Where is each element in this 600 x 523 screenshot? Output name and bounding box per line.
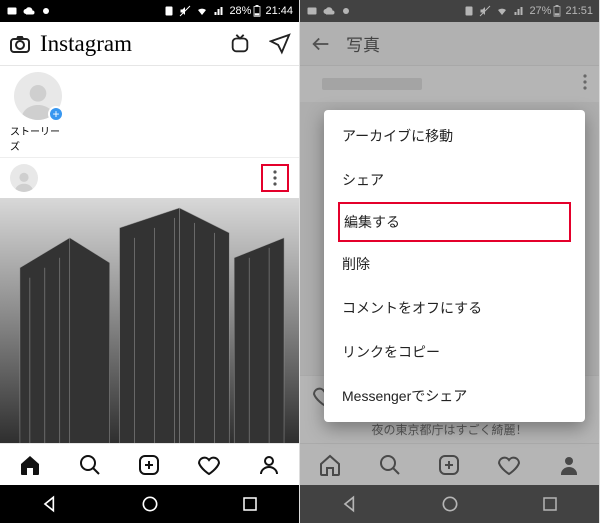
tab-home[interactable] (18, 453, 42, 477)
story-your-story[interactable]: + ストーリーズ (10, 72, 66, 153)
signal-icon (213, 5, 225, 17)
post-more-button[interactable] (261, 164, 289, 192)
nav-recent[interactable] (241, 495, 259, 513)
nav-back[interactable] (40, 494, 60, 514)
tab-profile[interactable] (257, 453, 281, 477)
story-label: ストーリーズ (10, 123, 66, 153)
sim-icon (163, 5, 175, 17)
add-story-badge: + (48, 106, 64, 122)
menu-delete[interactable]: 削除 (324, 242, 585, 286)
buildings-illustration (0, 198, 299, 443)
nav-home[interactable] (140, 494, 160, 514)
send-icon[interactable] (269, 33, 291, 55)
status-bar: 28% 21:44 (0, 0, 299, 22)
battery-text: 28% (229, 5, 251, 17)
tab-add[interactable] (137, 453, 161, 477)
tab-activity[interactable] (197, 453, 221, 477)
post-image[interactable] (0, 198, 299, 443)
post-header (0, 158, 299, 198)
kebab-icon (273, 170, 277, 186)
post-author-avatar[interactable] (10, 164, 38, 192)
post-options-sheet: アーカイブに移動 シェア 編集する 削除 コメントをオフにする リンクをコピー … (324, 110, 585, 422)
swirl-icon (40, 5, 52, 17)
screen-post-options: 27% 21:51 写真 夜の東京都庁はすごく綺麗！ (300, 0, 600, 523)
photo-icon (6, 5, 18, 17)
menu-archive[interactable]: アーカイブに移動 (324, 114, 585, 158)
clock-text: 21:44 (265, 5, 293, 17)
battery-icon (253, 5, 261, 17)
mute-icon (179, 5, 191, 17)
menu-share[interactable]: シェア (324, 158, 585, 202)
wifi-icon (195, 5, 209, 17)
stories-row: + ストーリーズ (0, 66, 299, 158)
menu-copy-link[interactable]: リンクをコピー (324, 330, 585, 374)
menu-comments-off[interactable]: コメントをオフにする (324, 286, 585, 330)
brand-logo: Instagram (40, 31, 132, 57)
menu-messenger-share[interactable]: Messengerでシェア (324, 374, 585, 418)
camera-icon[interactable] (8, 32, 32, 56)
tab-search[interactable] (78, 453, 102, 477)
menu-edit[interactable]: 編集する (338, 202, 571, 242)
tab-bar (0, 443, 299, 485)
igtv-icon[interactable] (229, 33, 251, 55)
android-navbar (0, 485, 299, 523)
cloud-icon (23, 5, 35, 17)
app-titlebar: Instagram (0, 22, 299, 66)
screen-feed: 28% 21:44 Instagram + ストーリーズ (0, 0, 300, 523)
